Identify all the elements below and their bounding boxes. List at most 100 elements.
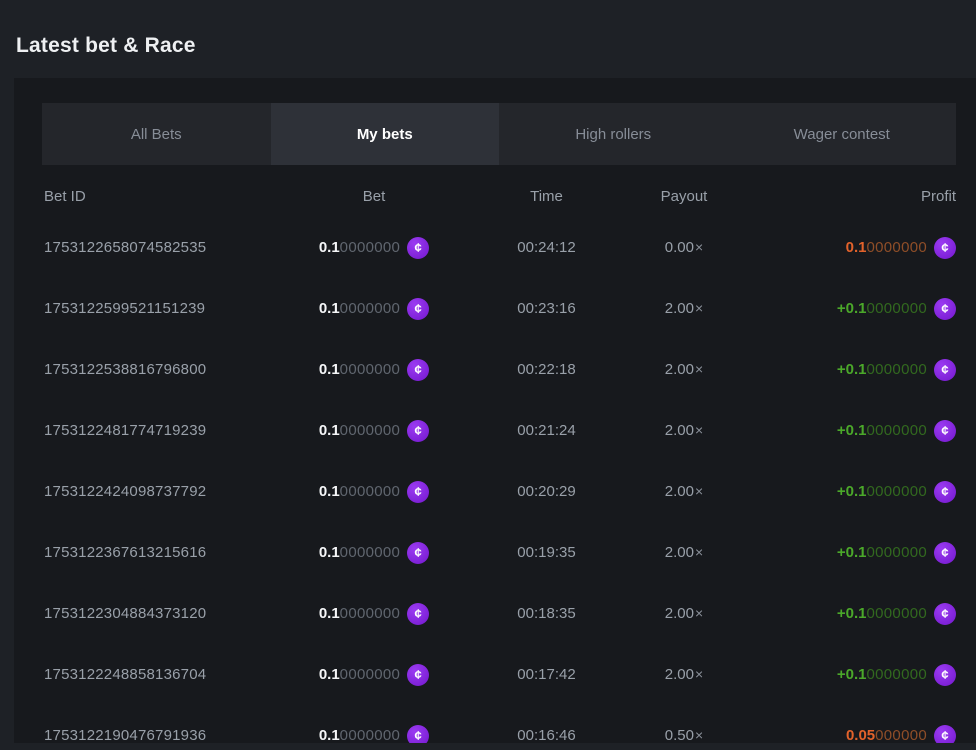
- bet-amount: 0.10000000 ¢: [284, 481, 464, 503]
- payout-multiplier: 2.00: [665, 666, 694, 683]
- tab-my-bets[interactable]: My bets: [271, 103, 500, 165]
- bet-amount-significant: 0.1: [319, 300, 340, 317]
- table-row[interactable]: 1753122190476791936 0.10000000 ¢ 00:16:4…: [14, 705, 976, 743]
- multiplier-symbol: ×: [695, 361, 703, 377]
- profit-value: 0.05000000 ¢: [739, 725, 956, 744]
- multiplier-symbol: ×: [695, 422, 703, 438]
- payout-value: 2.00×: [629, 605, 739, 622]
- bet-amount-zeros: 0000000: [340, 727, 401, 743]
- payout-value: 2.00×: [629, 666, 739, 683]
- profit-significant: +0.1: [837, 666, 867, 683]
- profit-zeros: 0000000: [867, 605, 928, 622]
- profit-zeros: 0000000: [867, 300, 928, 317]
- bet-amount-significant: 0.1: [319, 483, 340, 500]
- profit-zeros: 0000000: [867, 666, 928, 683]
- profit-zeros: 0000000: [867, 544, 928, 561]
- table-body: 1753122658074582535 0.10000000 ¢ 00:24:1…: [14, 217, 976, 743]
- cent-coin-icon: ¢: [934, 359, 956, 381]
- table-row[interactable]: 1753122304884373120 0.10000000 ¢ 00:18:3…: [14, 583, 976, 644]
- table-row[interactable]: 1753122481774719239 0.10000000 ¢ 00:21:2…: [14, 400, 976, 461]
- profit-significant: +0.1: [837, 544, 867, 561]
- bet-amount-zeros: 0000000: [340, 422, 401, 439]
- bet-amount: 0.10000000 ¢: [284, 237, 464, 259]
- payout-multiplier: 2.00: [665, 422, 694, 439]
- table-row[interactable]: 1753122248858136704 0.10000000 ¢ 00:17:4…: [14, 644, 976, 705]
- table-row[interactable]: 1753122424098737792 0.10000000 ¢ 00:20:2…: [14, 461, 976, 522]
- profit-value: +0.10000000 ¢: [739, 298, 956, 320]
- bet-amount-zeros: 0000000: [340, 239, 401, 256]
- time-value: 00:22:18: [464, 361, 629, 378]
- bet-amount-zeros: 0000000: [340, 300, 401, 317]
- profit-value: +0.10000000 ¢: [739, 481, 956, 503]
- time-value: 00:20:29: [464, 483, 629, 500]
- table-row[interactable]: 1753122367613215616 0.10000000 ¢ 00:19:3…: [14, 522, 976, 583]
- bet-id-value: 1753122190476791936: [44, 727, 284, 743]
- bet-id-value: 1753122304884373120: [44, 605, 284, 622]
- payout-multiplier: 2.00: [665, 483, 694, 500]
- profit-value: +0.10000000 ¢: [739, 542, 956, 564]
- payout-multiplier: 0.00: [665, 239, 694, 256]
- cent-coin-icon: ¢: [934, 725, 956, 744]
- column-header-bet: Bet: [284, 188, 464, 205]
- column-header-time: Time: [464, 188, 629, 205]
- bet-id-value: 1753122367613215616: [44, 544, 284, 561]
- bet-amount: 0.10000000 ¢: [284, 725, 464, 744]
- profit-significant: 0.1: [846, 239, 867, 256]
- bet-amount-zeros: 0000000: [340, 544, 401, 561]
- bet-id-value: 1753122538816796800: [44, 361, 284, 378]
- time-value: 00:17:42: [464, 666, 629, 683]
- table-row[interactable]: 1753122538816796800 0.10000000 ¢ 00:22:1…: [14, 339, 976, 400]
- payout-multiplier: 2.00: [665, 300, 694, 317]
- page-title: Latest bet & Race: [16, 34, 960, 58]
- tab-all-bets[interactable]: All Bets: [42, 103, 271, 165]
- profit-significant: +0.1: [837, 422, 867, 439]
- bet-amount-zeros: 0000000: [340, 605, 401, 622]
- cent-coin-icon: ¢: [407, 298, 429, 320]
- cent-coin-icon: ¢: [934, 481, 956, 503]
- tab-wager-contest[interactable]: Wager contest: [728, 103, 957, 165]
- profit-value: +0.10000000 ¢: [739, 664, 956, 686]
- cent-coin-icon: ¢: [934, 298, 956, 320]
- profit-value: +0.10000000 ¢: [739, 603, 956, 625]
- table-row[interactable]: 1753122658074582535 0.10000000 ¢ 00:24:1…: [14, 217, 976, 278]
- profit-significant: +0.1: [837, 361, 867, 378]
- bet-amount-significant: 0.1: [319, 239, 340, 256]
- cent-coin-icon: ¢: [407, 725, 429, 744]
- bet-id-value: 1753122599521151239: [44, 300, 284, 317]
- latest-bet-panel: All Bets My bets High rollers Wager cont…: [14, 78, 976, 743]
- time-value: 00:24:12: [464, 239, 629, 256]
- bet-amount: 0.10000000 ¢: [284, 542, 464, 564]
- bet-amount-significant: 0.1: [319, 605, 340, 622]
- payout-value: 2.00×: [629, 422, 739, 439]
- time-value: 00:21:24: [464, 422, 629, 439]
- payout-multiplier: 0.50: [665, 727, 694, 743]
- cent-coin-icon: ¢: [934, 603, 956, 625]
- bet-amount-zeros: 0000000: [340, 666, 401, 683]
- payout-multiplier: 2.00: [665, 544, 694, 561]
- column-header-profit: Profit: [739, 188, 956, 205]
- tab-high-rollers[interactable]: High rollers: [499, 103, 728, 165]
- table-header: Bet ID Bet Time Payout Profit: [14, 175, 976, 217]
- payout-value: 0.00×: [629, 239, 739, 256]
- table-row[interactable]: 1753122599521151239 0.10000000 ¢ 00:23:1…: [14, 278, 976, 339]
- bet-amount: 0.10000000 ¢: [284, 359, 464, 381]
- bet-amount: 0.10000000 ¢: [284, 420, 464, 442]
- time-value: 00:19:35: [464, 544, 629, 561]
- cent-coin-icon: ¢: [934, 237, 956, 259]
- cent-coin-icon: ¢: [407, 664, 429, 686]
- profit-value: +0.10000000 ¢: [739, 359, 956, 381]
- cent-coin-icon: ¢: [407, 237, 429, 259]
- multiplier-symbol: ×: [695, 666, 703, 682]
- bet-id-value: 1753122658074582535: [44, 239, 284, 256]
- multiplier-symbol: ×: [695, 483, 703, 499]
- profit-significant: +0.1: [837, 300, 867, 317]
- bet-amount-significant: 0.1: [319, 361, 340, 378]
- cent-coin-icon: ¢: [407, 603, 429, 625]
- profit-significant: +0.1: [837, 605, 867, 622]
- profit-zeros: 0000000: [867, 483, 928, 500]
- bet-amount: 0.10000000 ¢: [284, 603, 464, 625]
- profit-zeros: 0000000: [867, 361, 928, 378]
- bet-id-value: 1753122424098737792: [44, 483, 284, 500]
- payout-multiplier: 2.00: [665, 361, 694, 378]
- payout-multiplier: 2.00: [665, 605, 694, 622]
